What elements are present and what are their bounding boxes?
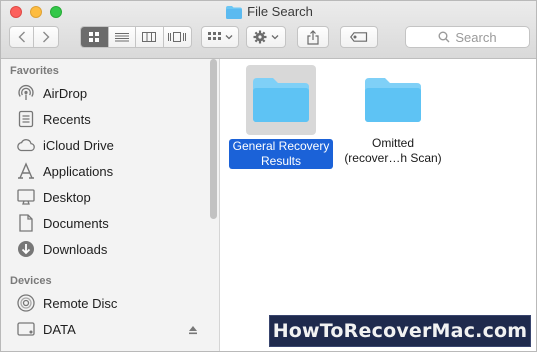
share-button[interactable]	[297, 26, 329, 48]
search-field[interactable]: Search	[405, 26, 530, 48]
sidebar-item-icloud-drive[interactable]: iCloud Drive	[16, 134, 206, 156]
gear-icon	[253, 30, 267, 44]
sidebar: Favorites AirDrop Recents iCloud Drive A…	[1, 59, 220, 351]
file-name-line: Results	[260, 154, 301, 168]
file-name-line: Omitted	[371, 136, 414, 150]
sidebar-item-downloads[interactable]: Downloads	[16, 238, 206, 260]
sidebar-item-label: AirDrop	[43, 85, 88, 101]
chevron-right-icon	[43, 31, 50, 43]
arrange-grid-icon	[207, 32, 221, 40]
finder-window: File Search Search Favorites AirDrop Rec…	[0, 0, 537, 352]
sidebar-item-label: Recents	[43, 111, 91, 127]
forward-button[interactable]	[34, 27, 58, 47]
downloads-icon	[16, 239, 36, 259]
column-view-button[interactable]	[136, 27, 164, 47]
cover-flow-button[interactable]	[164, 27, 191, 47]
search-placeholder: Search	[455, 29, 497, 45]
file-name[interactable]: General Recovery Results	[229, 139, 333, 169]
drive-icon	[16, 319, 36, 339]
disc-icon	[16, 293, 36, 313]
cloud-icon	[16, 135, 36, 155]
recents-icon	[16, 109, 36, 129]
toolbar: File Search Search	[1, 1, 536, 59]
action-button[interactable]	[246, 26, 286, 48]
file-name-line: (recover…h Scan)	[344, 151, 442, 165]
airdrop-icon	[16, 83, 36, 103]
search-icon	[438, 31, 450, 43]
sidebar-item-label: DATA	[43, 321, 76, 337]
sidebar-item-label: Applications	[43, 163, 114, 179]
desktop-icon	[16, 187, 36, 207]
column-view-icon	[142, 32, 157, 42]
sidebar-item-desktop[interactable]: Desktop	[16, 186, 206, 208]
file-browser: General Recovery Results Omitted (recove…	[221, 59, 536, 351]
chevron-down-icon	[271, 35, 279, 40]
chevron-down-icon	[225, 35, 232, 40]
sidebar-item-label: Remote Disc	[43, 295, 118, 311]
list-view-button[interactable]	[109, 27, 136, 47]
navigation-buttons	[9, 26, 59, 48]
arrange-button[interactable]	[201, 26, 239, 48]
watermark: HowToRecoverMac.com	[269, 315, 531, 347]
file-thumbnail[interactable]	[358, 65, 428, 135]
sidebar-item-recents[interactable]: Recents	[16, 108, 206, 130]
tags-button[interactable]	[340, 26, 378, 48]
chevron-left-icon	[18, 31, 25, 43]
documents-icon	[16, 213, 36, 233]
applications-icon	[16, 161, 36, 181]
sidebar-item-data[interactable]: DATA	[16, 318, 206, 340]
sidebar-item-documents[interactable]: Documents	[16, 212, 206, 234]
icon-view-button[interactable]	[81, 27, 109, 47]
icon-view-icon	[89, 32, 100, 42]
window-title: File Search	[1, 4, 536, 22]
sidebar-scrollbar[interactable]	[210, 59, 217, 219]
sidebar-item-airdrop[interactable]: AirDrop	[16, 82, 206, 104]
tag-icon	[350, 32, 368, 42]
sidebar-item-label: iCloud Drive	[43, 137, 114, 153]
cover-flow-icon	[168, 32, 187, 42]
devices-header: Devices	[10, 275, 52, 287]
favorites-header: Favorites	[10, 65, 59, 77]
back-button[interactable]	[10, 27, 35, 47]
folder-icon	[226, 6, 243, 22]
folder-icon	[365, 78, 421, 122]
sidebar-item-remote-disc[interactable]: Remote Disc	[16, 292, 206, 314]
folder-icon	[253, 78, 309, 122]
file-thumbnail[interactable]	[246, 65, 316, 135]
file-name[interactable]: Omitted (recover…h Scan)	[339, 136, 447, 166]
window-title-text: File Search	[247, 4, 313, 19]
file-name-line: General Recovery	[232, 139, 330, 153]
share-icon	[307, 29, 319, 45]
sidebar-item-label: Documents	[43, 215, 109, 231]
sidebar-item-label: Downloads	[43, 241, 108, 257]
eject-icon[interactable]	[188, 323, 198, 338]
sidebar-item-applications[interactable]: Applications	[16, 160, 206, 182]
list-view-icon	[114, 33, 129, 42]
sidebar-item-label: Desktop	[43, 189, 91, 205]
view-mode-control	[80, 26, 192, 48]
